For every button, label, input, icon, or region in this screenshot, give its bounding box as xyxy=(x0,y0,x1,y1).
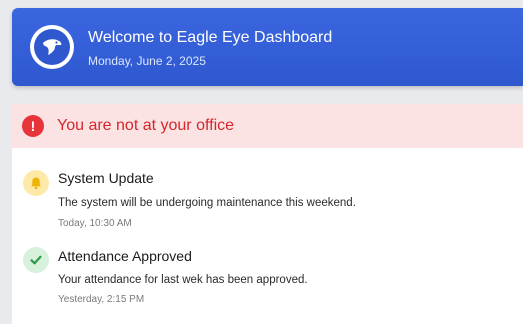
notifications-panel: System Update The system will be undergo… xyxy=(12,148,523,324)
eagle-logo xyxy=(30,25,74,69)
dashboard-header: Welcome to Eagle Eye Dashboard Monday, J… xyxy=(12,8,523,86)
notification-title: Attendance Approved xyxy=(58,248,192,264)
eagle-icon xyxy=(34,29,70,65)
current-date: Monday, June 2, 2025 xyxy=(88,54,206,68)
location-alert: ! You are not at your office xyxy=(12,104,523,148)
notification-time: Yesterday, 2:15 PM xyxy=(58,294,145,305)
notification-title: System Update xyxy=(58,170,154,186)
alert-message: You are not at your office xyxy=(57,117,235,134)
notification-time: Today, 10:30 AM xyxy=(58,218,132,229)
notification-message: The system will be undergoing maintenanc… xyxy=(58,197,356,209)
notification-message: Your attendance for last wek has been ap… xyxy=(58,274,308,286)
bell-icon xyxy=(23,170,49,196)
exclamation-icon: ! xyxy=(22,115,44,137)
welcome-title: Welcome to Eagle Eye Dashboard xyxy=(88,29,333,46)
check-icon xyxy=(23,247,49,273)
